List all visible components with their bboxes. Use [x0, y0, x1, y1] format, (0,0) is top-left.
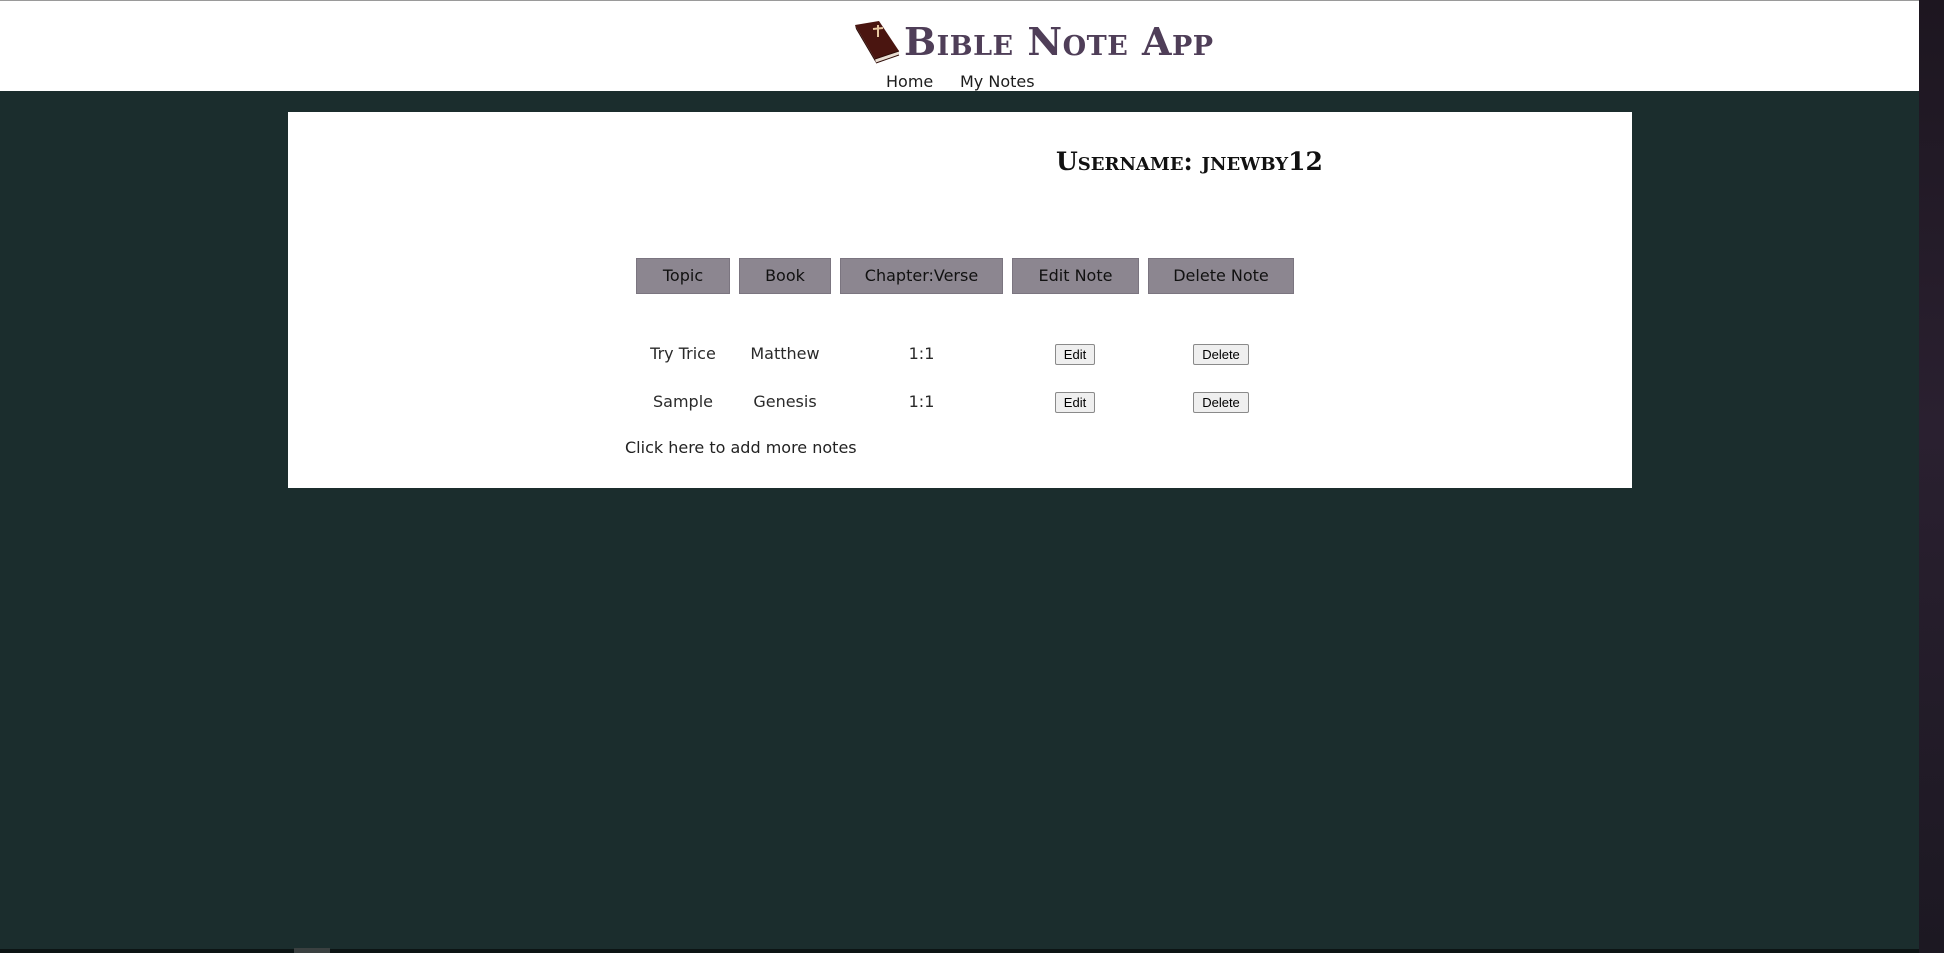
- edit-note-button[interactable]: Edit: [1055, 344, 1095, 365]
- note-chapter-verse-cell: 1:1: [908, 392, 935, 411]
- column-header-book[interactable]: Book: [739, 258, 831, 294]
- column-header-chapter-verse[interactable]: Chapter:Verse: [840, 258, 1003, 294]
- note-book-cell: Genesis: [753, 392, 817, 411]
- column-header-delete-note[interactable]: Delete Note: [1148, 258, 1294, 294]
- nav-home-link[interactable]: Home: [886, 71, 933, 93]
- site-header: Bible Note App Home My Notes: [0, 0, 1919, 91]
- column-header-edit-note[interactable]: Edit Note: [1012, 258, 1139, 294]
- column-header-topic[interactable]: Topic: [636, 258, 730, 294]
- note-topic-cell: Sample: [653, 392, 713, 411]
- app-title: Bible Note App: [904, 19, 1214, 64]
- note-chapter-verse-cell: 1:1: [908, 344, 935, 363]
- vertical-scrollbar[interactable]: [1919, 0, 1944, 953]
- notes-panel: Username: jnewby12 Topic Book Chapter:Ve…: [288, 112, 1632, 488]
- note-book-cell: Matthew: [750, 344, 820, 363]
- horizontal-scrollbar[interactable]: [0, 949, 1919, 953]
- bible-book-icon: [855, 21, 900, 64]
- brand[interactable]: Bible Note App: [853, 19, 1214, 65]
- note-topic-cell: Try Trice: [650, 344, 716, 363]
- username-heading: Username: jnewby12: [1056, 147, 1323, 176]
- nav-my-notes-link[interactable]: My Notes: [960, 71, 1035, 93]
- edit-note-button[interactable]: Edit: [1055, 392, 1095, 413]
- add-more-notes-link[interactable]: Click here to add more notes: [625, 437, 857, 459]
- delete-note-button[interactable]: Delete: [1193, 344, 1249, 365]
- main-nav: Home My Notes: [0, 71, 1919, 93]
- horizontal-scrollbar-thumb[interactable]: [294, 948, 330, 953]
- delete-note-button[interactable]: Delete: [1193, 392, 1249, 413]
